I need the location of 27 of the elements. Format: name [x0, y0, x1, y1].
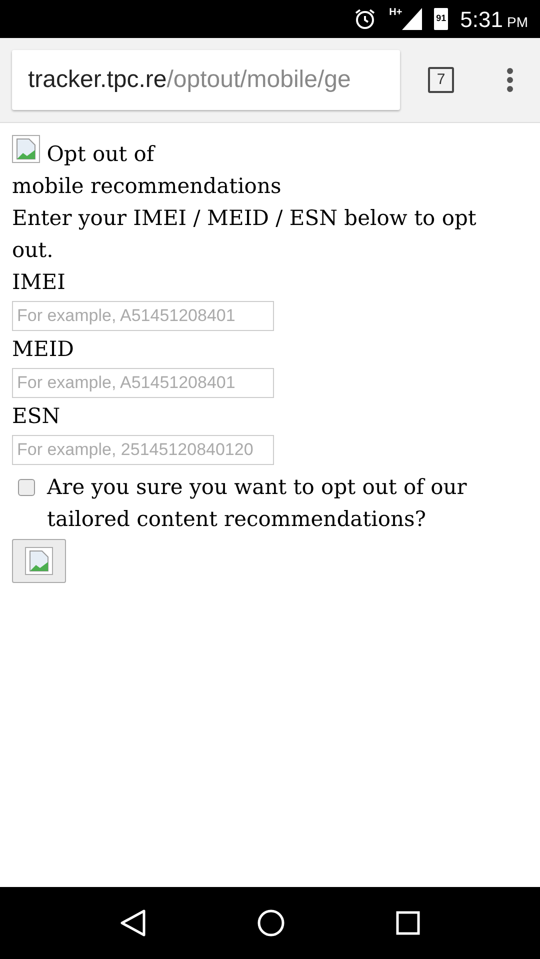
network-type: H+: [389, 8, 402, 18]
address-bar[interactable]: tracker.tpc.re/optout/mobile/ge: [12, 50, 400, 110]
home-icon[interactable]: [256, 909, 285, 937]
confirm-label: Are you sure you want to opt out of our tailored content recommendations?: [47, 474, 468, 533]
input-field[interactable]: For example, 25145120840120: [12, 435, 274, 465]
battery-icon: 91: [434, 8, 448, 30]
heading-line: Opt out of: [46, 142, 154, 166]
field-label: MEID: [12, 337, 74, 361]
signal-icon: [402, 8, 422, 30]
field-label: ESN: [12, 404, 60, 428]
clock-time: 5:31: [460, 6, 503, 34]
broken-image-icon: [25, 547, 53, 575]
heading-line: mobile recommendations: [12, 174, 282, 198]
input-field[interactable]: For example, A51451208401: [12, 368, 274, 398]
broken-image-icon: [12, 135, 40, 163]
alarm-clock-icon: [353, 7, 378, 31]
confirm-checkbox[interactable]: [18, 479, 35, 496]
input-field[interactable]: For example, A51451208401: [12, 301, 274, 331]
intro-text: Enter your IMEI / MEID / ESN below to opt out.: [12, 205, 478, 264]
submit-image-button[interactable]: [12, 539, 66, 583]
clock-period: PM: [507, 12, 528, 32]
back-icon[interactable]: [120, 909, 146, 937]
recent-apps-icon[interactable]: [396, 911, 420, 935]
menu-icon[interactable]: [506, 67, 514, 93]
field-label: IMEI: [12, 270, 66, 294]
url-text: tracker.tpc.re/optout/mobile/ge: [28, 65, 351, 95]
tab-switcher-button[interactable]: 7: [428, 67, 454, 93]
